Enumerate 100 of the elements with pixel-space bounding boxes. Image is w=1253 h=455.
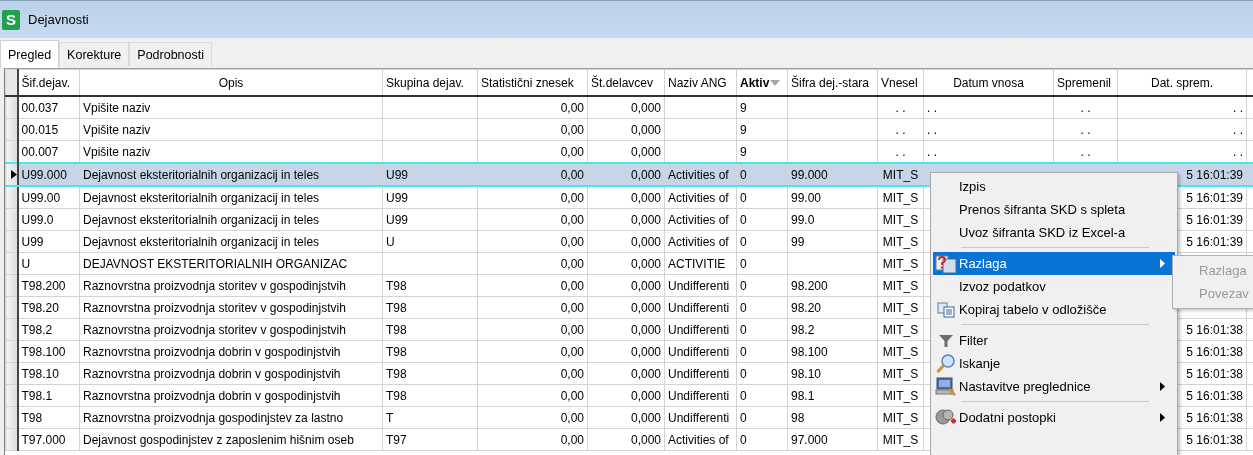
table-cell: 9	[740, 100, 747, 115]
table-cell: Dejavnost eksteritorialnih organizacij in teles	[83, 167, 320, 182]
search-icon	[936, 353, 956, 374]
table-cell: Raznovrstna proizvodnja dobrin v gospodinjstvih	[83, 366, 341, 381]
table-cell: . .	[1080, 122, 1091, 137]
submenu-arrow-icon	[1160, 382, 1165, 391]
table-cell: T97	[386, 432, 407, 447]
table-cell: Activities of	[668, 212, 729, 227]
menu-item[interactable]: Uvoz šifranta SKD iz Excel-a	[933, 221, 1175, 244]
table-cell: 0,000	[630, 122, 661, 137]
menu-item[interactable]: Izvoz podatkov	[933, 275, 1175, 298]
menu-item[interactable]: Nastavitve preglednice	[933, 375, 1175, 398]
table-cell: MIT_S	[882, 300, 919, 315]
table-cell: 0	[740, 212, 747, 227]
table-cell: U	[21, 256, 31, 271]
row-selector[interactable]	[5, 340, 18, 363]
table-cell: 0,000	[630, 300, 661, 315]
row-selector[interactable]	[5, 274, 18, 297]
column-header[interactable]: Statistični znesek	[477, 69, 588, 96]
menu-item[interactable]: Kopiraj tabelo v odložišče	[933, 298, 1175, 321]
table-cell: T98	[386, 388, 407, 403]
column-header[interactable]: Skupina dejav.	[382, 69, 478, 96]
table-cell: 0,00	[560, 190, 584, 205]
table-cell: U99.000	[21, 167, 67, 182]
table-cell: 98.100	[791, 344, 828, 359]
table-cell: T98	[386, 366, 407, 381]
table-cell: 99.000	[791, 167, 828, 182]
column-header[interactable]: Šif.dejav.	[17, 69, 80, 96]
row-selector[interactable]	[5, 252, 18, 275]
table-cell: Dejavnost eksteritorialnih organizacij in teles	[83, 234, 320, 249]
table-cell: 5 16:01:38	[1186, 432, 1243, 447]
tab[interactable]: Pregled	[0, 40, 60, 68]
row-selector[interactable]	[5, 406, 18, 429]
row-selector[interactable]	[5, 296, 18, 319]
table-cell: Raznovrstna proizvodnja storitev v gospodinjstvih	[83, 278, 346, 293]
table-cell: 5 16:01:38	[1186, 344, 1243, 359]
table-cell: 0,00	[560, 100, 584, 115]
table-cell: 0	[740, 432, 747, 447]
table-cell: 99.00	[791, 190, 822, 205]
table-cell: 0,00	[560, 212, 584, 227]
table-cell: T98	[21, 410, 43, 425]
table-cell: 0,000	[630, 344, 661, 359]
column-header[interactable]: Datum vnosa	[923, 69, 1054, 96]
column-header[interactable]: Spremenil	[1053, 69, 1118, 96]
menu-item[interactable]: Filter	[933, 329, 1175, 352]
table-cell: 0	[740, 300, 747, 315]
column-header[interactable]: Opis	[79, 69, 383, 96]
table-cell: Undifferenti	[668, 366, 730, 381]
table-cell: 0,00	[560, 278, 584, 293]
table-cell: 0	[740, 344, 747, 359]
table-cell: T98	[386, 300, 407, 315]
table-cell: 0,000	[630, 190, 661, 205]
table-cell: T98.20	[21, 300, 59, 315]
table-cell: 0,000	[630, 366, 661, 381]
column-header[interactable]: Št.delavcev	[587, 69, 665, 96]
row-selector[interactable]	[5, 362, 18, 385]
row-selector[interactable]	[5, 230, 18, 253]
row-selector[interactable]	[5, 384, 18, 407]
table-cell: 97.000	[791, 432, 828, 447]
table-cell: 98.2	[791, 322, 815, 337]
tab[interactable]: Korekture	[59, 42, 130, 66]
table-cell: 5 16:01:38	[1186, 322, 1243, 337]
column-header[interactable]: Naziv ANG	[664, 69, 737, 96]
row-selector[interactable]	[5, 208, 18, 231]
tab[interactable]: Podrobnosti	[129, 42, 212, 66]
table-cell: 0	[740, 256, 747, 271]
table-cell: Activities of	[668, 190, 729, 205]
row-selector[interactable]	[5, 186, 18, 209]
row-selector[interactable]	[5, 96, 18, 119]
table-cell: . .	[895, 100, 906, 115]
table-cell: 0,00	[560, 256, 584, 271]
table-cell: 5 16:01:39	[1186, 190, 1243, 205]
row-selector[interactable]	[5, 163, 18, 186]
sort-arrow-icon	[770, 80, 781, 87]
table-cell: Activities of	[668, 432, 729, 447]
table-cell: 0	[740, 234, 747, 249]
table-cell: Dejavnost eksteritorialnih organizacij in teles	[83, 190, 320, 205]
column-header[interactable]: Aktiv	[736, 69, 788, 96]
menu-item[interactable]: Iskanje	[933, 352, 1175, 375]
table-cell: U99	[386, 212, 408, 227]
column-header[interactable]: Dat. sprem.	[1117, 69, 1247, 96]
row-selector[interactable]	[5, 118, 18, 141]
menu-item[interactable]: Razlaga	[933, 252, 1175, 275]
row-selector[interactable]	[5, 428, 18, 451]
table-cell: Raznovrstna proizvodnja dobrin v gospodinjstvih	[83, 388, 341, 403]
row-selector[interactable]	[5, 318, 18, 341]
table-cell: 0,000	[630, 256, 661, 271]
menu-item[interactable]: Prenos šifranta SKD s spleta	[933, 198, 1175, 221]
table-cell: T98.1	[21, 388, 53, 403]
table-cell: T97.000	[21, 432, 66, 447]
table-cell: . .	[1233, 122, 1243, 137]
table-cell: 0,000	[630, 234, 661, 249]
table-cell: . .	[895, 144, 906, 159]
table-cell: MIT_S	[882, 432, 919, 447]
column-header[interactable]: Šifra dej.-stara	[787, 69, 878, 96]
table-cell: 0,00	[560, 388, 584, 403]
table-cell: 98.10	[791, 366, 822, 381]
column-header[interactable]: Vnesel	[877, 69, 924, 96]
menu-item[interactable]: Dodatni postopki	[933, 406, 1175, 429]
submenu-arrow-icon	[1160, 413, 1165, 422]
